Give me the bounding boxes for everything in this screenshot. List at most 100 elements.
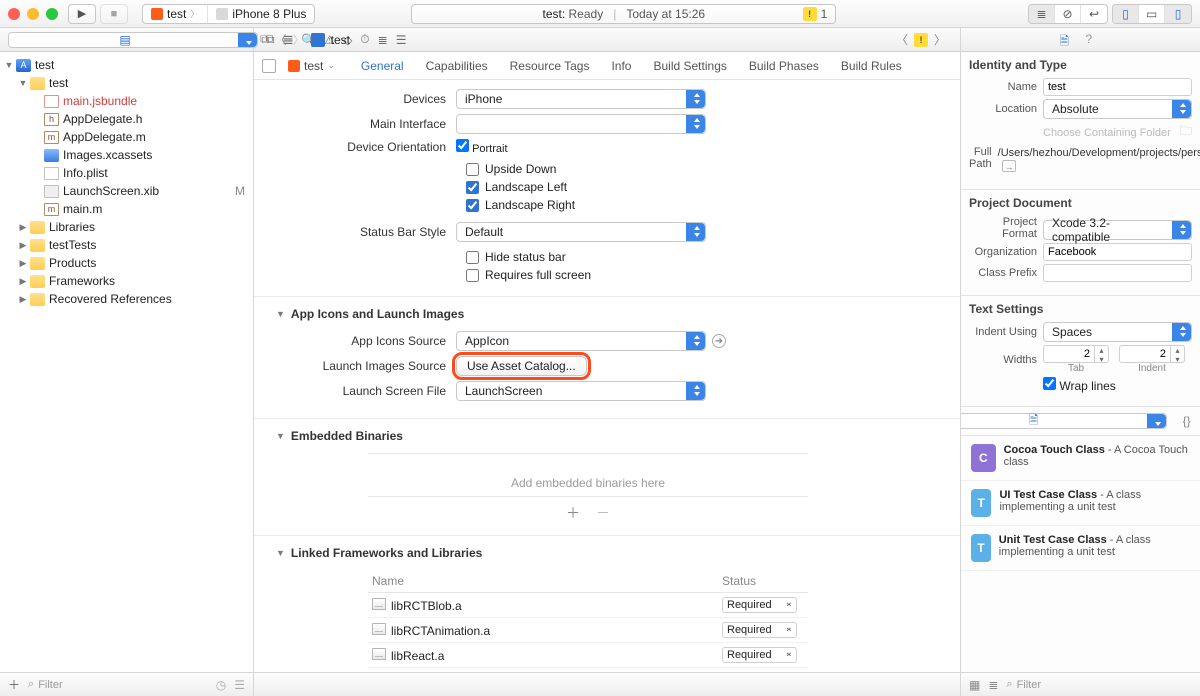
tab-width-stepper[interactable]: ▴▾: [1043, 345, 1109, 363]
file-main-jsbundle[interactable]: main.jsbundle: [0, 92, 253, 110]
library-item[interactable]: TUI Test Case Class - A class implementi…: [961, 481, 1200, 526]
tab-resource-tags[interactable]: Resource Tags: [510, 59, 590, 73]
target-selector[interactable]: test⌄: [284, 59, 345, 73]
show-targets-list-button[interactable]: [262, 59, 276, 73]
warning-icon[interactable]: !: [914, 33, 928, 47]
project-format-popup[interactable]: Xcode 3.2-compatible: [1043, 220, 1192, 240]
statusbar-style-popup[interactable]: Default: [456, 222, 706, 242]
chk-portrait[interactable]: [456, 139, 469, 152]
stop-button[interactable]: ■: [100, 4, 128, 24]
group-frameworks[interactable]: ▶Frameworks: [0, 272, 253, 290]
library-item[interactable]: TUnit Test Case Class - A class implemen…: [961, 526, 1200, 571]
code-snippet-library-icon[interactable]: {}: [1183, 413, 1191, 429]
table-row[interactable]: libReact.aRequired: [368, 643, 808, 668]
editor-mode-segmented[interactable]: ≣ ⊘ ↩: [1028, 4, 1108, 24]
indent-width-stepper[interactable]: ▴▾: [1119, 345, 1185, 363]
chk-landscape-left[interactable]: [466, 181, 479, 194]
file-inspector-icon[interactable]: 🗎: [1060, 32, 1076, 48]
status-popup[interactable]: Required: [722, 597, 797, 613]
disclosure-icon[interactable]: ▼: [276, 548, 285, 558]
tab-info[interactable]: Info: [611, 59, 631, 73]
file-appdelegate-h[interactable]: hAppDelegate.h: [0, 110, 253, 128]
name-field[interactable]: [1043, 78, 1192, 96]
location-popup[interactable]: Absolute: [1043, 99, 1192, 119]
group-libraries[interactable]: ▶Libraries: [0, 218, 253, 236]
group-products[interactable]: ▶Products: [0, 254, 253, 272]
launch-screen-file-popup[interactable]: LaunchScreen: [456, 381, 706, 401]
table-row[interactable]: libRCTAnimation.aRequired: [368, 618, 808, 643]
tab-capabilities[interactable]: Capabilities: [426, 59, 488, 73]
warning-icon[interactable]: !: [803, 7, 817, 21]
remove-embedded-button[interactable]: －: [596, 503, 610, 523]
use-asset-catalog-button[interactable]: Use Asset Catalog...: [456, 356, 587, 376]
table-row[interactable]: libRCTBlob.aRequired: [368, 593, 808, 618]
indent-using-popup[interactable]: Spaces: [1043, 322, 1192, 342]
scheme-selector[interactable]: test〉 iPhone 8 Plus: [142, 4, 315, 24]
prev-issue-button[interactable]: 〈: [896, 31, 908, 48]
file-images-xcassets[interactable]: Images.xcassets: [0, 146, 253, 164]
file-main-m[interactable]: mmain.m: [0, 200, 253, 218]
standard-editor-icon[interactable]: ≣: [1029, 5, 1055, 23]
group-testtests[interactable]: ▶testTests: [0, 236, 253, 254]
tab-general[interactable]: General: [361, 59, 404, 73]
assistant-editor-icon[interactable]: ⊘: [1055, 5, 1081, 23]
tab-build-settings[interactable]: Build Settings: [653, 59, 726, 73]
left-panel-icon[interactable]: ▯: [1113, 5, 1139, 23]
app-icons-source-popup[interactable]: AppIcon: [456, 331, 706, 351]
chk-full-screen[interactable]: [466, 269, 479, 282]
library-filter[interactable]: ⌕Filter: [1006, 678, 1192, 691]
version-editor-icon[interactable]: ↩: [1081, 5, 1107, 23]
chk-hide-status[interactable]: [466, 251, 479, 264]
activity-view[interactable]: test: Ready | Today at 15:26 ! 1: [411, 4, 836, 24]
next-issue-button[interactable]: 〉: [934, 31, 946, 48]
related-items-icon[interactable]: ⧉: [260, 32, 269, 47]
tab-build-rules[interactable]: Build Rules: [841, 59, 902, 73]
status-popup[interactable]: Required: [722, 647, 797, 663]
choose-folder-icon[interactable]: 🗀: [1180, 122, 1192, 143]
table-row[interactable]: libRCTActionSheet.aRequired: [368, 668, 808, 673]
close-window-button[interactable]: [8, 8, 20, 20]
wrap-lines-checkbox[interactable]: [1043, 377, 1056, 390]
right-panel-icon[interactable]: ▯: [1165, 5, 1191, 23]
file-template-library-icon[interactable]: 🗎: [960, 413, 1167, 429]
project-navigator-icon[interactable]: ▤: [8, 32, 258, 48]
main-interface-popup[interactable]: [456, 114, 706, 134]
library-grid-icon[interactable]: ▦: [969, 678, 980, 692]
zoom-window-button[interactable]: [46, 8, 58, 20]
library-item[interactable]: CCocoa Touch Class - A Cocoa Touch class: [961, 436, 1200, 481]
jump-to-asset-icon[interactable]: ➜: [712, 334, 726, 348]
group-recovered[interactable]: ▶Recovered References: [0, 290, 253, 308]
library-list[interactable]: CCocoa Touch Class - A Cocoa Touch class…: [961, 436, 1200, 672]
breadcrumb-item[interactable]: test: [331, 33, 350, 47]
navigator-tabs[interactable]: ▤ ⧉ 𝌆 🔍 ⚠ ◇ ⏱ ≣ ☰: [0, 28, 254, 51]
scm-filter-icon[interactable]: ☰: [234, 678, 245, 692]
navigator-filter[interactable]: ⌕Filter: [28, 678, 208, 691]
library-list-icon[interactable]: ≣: [988, 678, 998, 692]
organization-field[interactable]: [1043, 243, 1192, 261]
disclosure-icon[interactable]: ▼: [276, 431, 285, 441]
tab-build-phases[interactable]: Build Phases: [749, 59, 819, 73]
chk-landscape-right[interactable]: [466, 199, 479, 212]
jump-bar[interactable]: ⧉ 〈 〉 test 〈 ! 〉: [254, 31, 960, 48]
linked-frameworks-table[interactable]: Name Status libRCTBlob.aRequired libRCTA…: [368, 570, 808, 672]
add-embedded-button[interactable]: ＋: [566, 503, 580, 523]
recent-filter-icon[interactable]: ◷: [216, 678, 226, 692]
group-test[interactable]: ▼test: [0, 74, 253, 92]
reveal-in-finder-icon[interactable]: [1002, 160, 1016, 172]
file-info-plist[interactable]: Info.plist: [0, 164, 253, 182]
add-button[interactable]: ＋: [8, 676, 20, 693]
col-status[interactable]: Status: [718, 570, 808, 593]
project-root[interactable]: ▼Atest: [0, 56, 253, 74]
project-navigator[interactable]: ▼Atest ▼test main.jsbundle hAppDelegate.…: [0, 52, 254, 672]
file-launchscreen-xib[interactable]: LaunchScreen.xibM: [0, 182, 253, 200]
col-name[interactable]: Name: [368, 570, 718, 593]
disclosure-icon[interactable]: ▼: [276, 309, 285, 319]
inspector-tabs[interactable]: 🗎 ?: [960, 28, 1200, 51]
back-button[interactable]: 〈: [275, 31, 287, 48]
bottom-panel-icon[interactable]: ▭: [1139, 5, 1165, 23]
devices-popup[interactable]: iPhone: [456, 89, 706, 109]
chk-upside-down[interactable]: [466, 163, 479, 176]
library-tabs[interactable]: 🗎 {} ◎ ▦: [961, 407, 1200, 436]
quick-help-icon[interactable]: ?: [1086, 32, 1102, 48]
panel-toggle-segmented[interactable]: ▯ ▭ ▯: [1112, 4, 1192, 24]
